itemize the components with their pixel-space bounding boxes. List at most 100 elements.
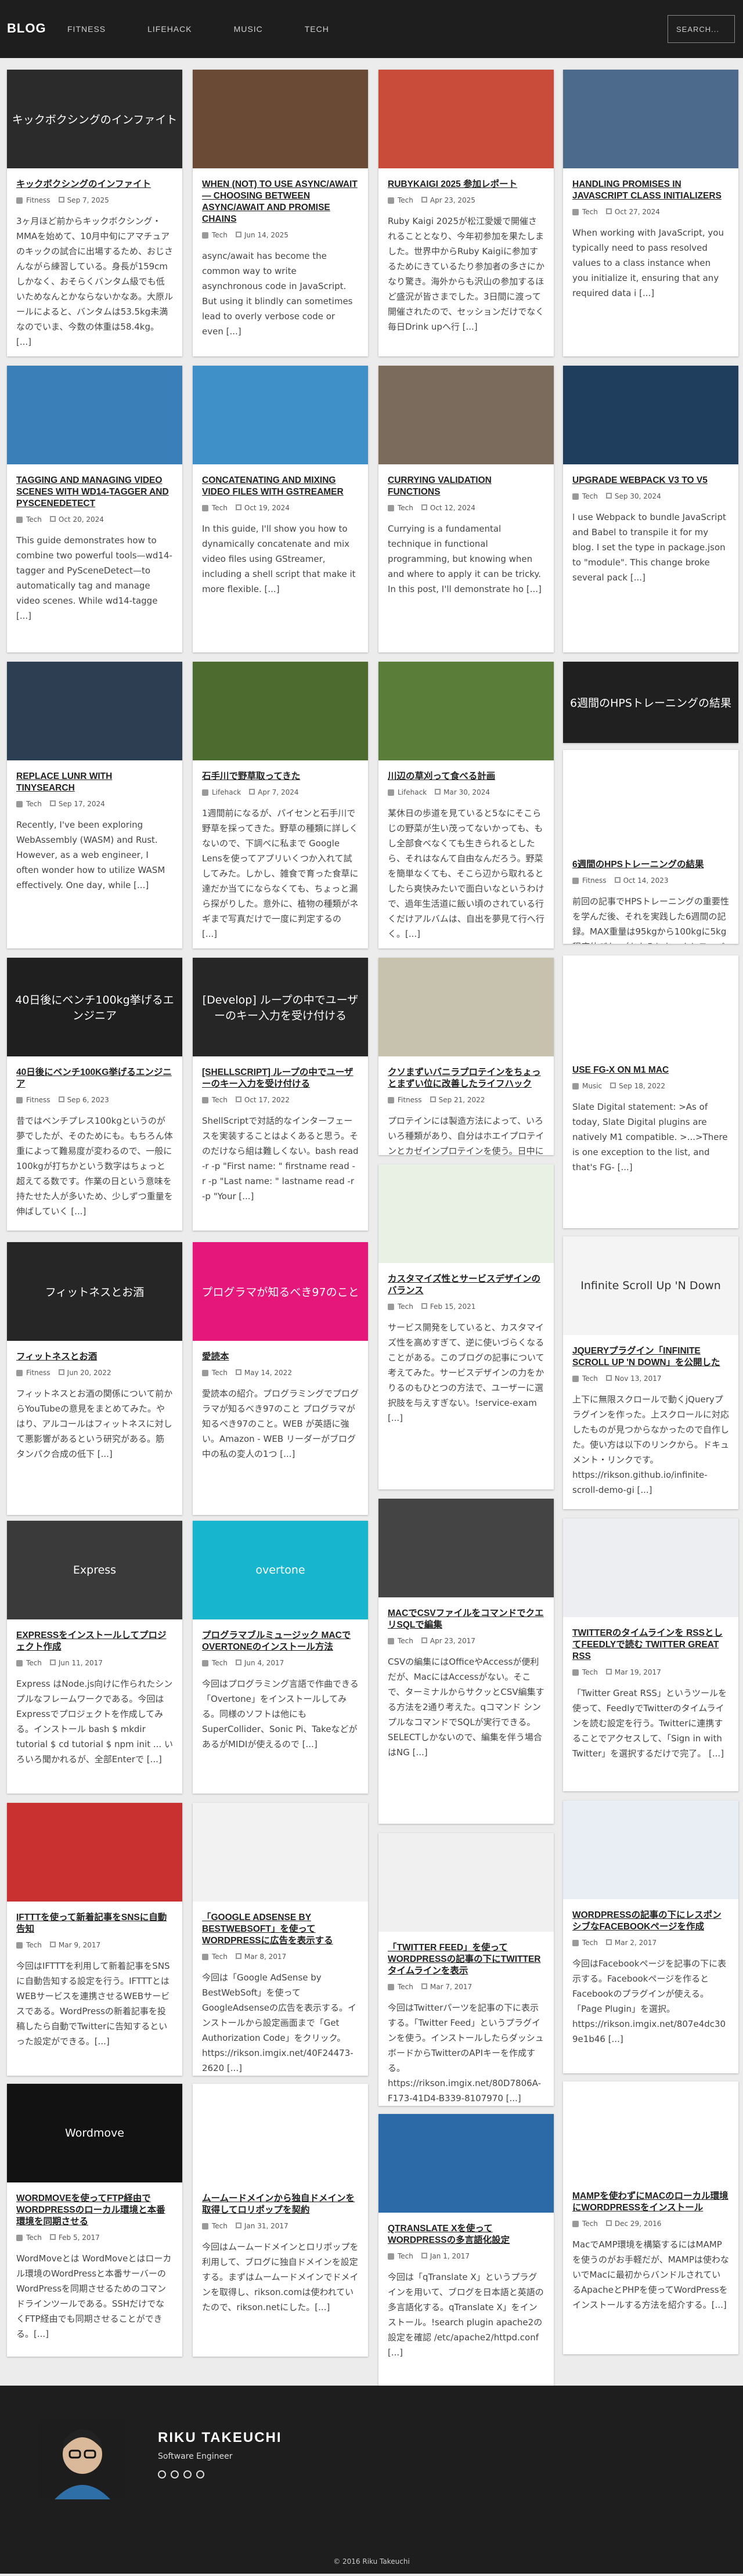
post-card[interactable]: MAMPを使わずにMacのローカル環境にWordPressをインストール Tech… [563,2081,738,2354]
post-card[interactable]: 40日後にベンチ100kg挙げるエンジニア 40日後にベンチ100kg挙げるエンジ… [7,958,182,1231]
post-card[interactable]: Currying Validation Functions Tech Oct 12,… [378,366,554,652]
post-category[interactable]: Tech [26,2234,42,2242]
post-card[interactable]: Handling Promises in JavaScript Class In… [563,70,738,356]
post-card[interactable]: Twitterのタイムラインを RSSとしてFeedlyで読む Twitter … [563,1518,738,1791]
post-category[interactable]: Tech [212,231,228,239]
post-thumbnail[interactable]: Express [7,1521,182,1619]
post-thumbnail[interactable]: フィットネスとお酒 [7,1242,182,1341]
post-category[interactable]: Tech [212,1659,228,1667]
post-thumbnail[interactable] [378,2114,554,2213]
post-card[interactable]: 6週間のHPSトレーニングの結果 [563,662,738,743]
post-category[interactable]: Tech [212,504,228,512]
search-input[interactable]: SEARCH... [668,15,735,43]
facebook-icon[interactable] [183,2470,192,2478]
post-thumbnail[interactable] [378,1499,554,1597]
post-thumbnail[interactable] [378,1164,554,1263]
post-thumbnail[interactable]: 6週間のHPSトレーニングの結果 [563,662,738,743]
nav-fitness[interactable]: FITNESS [67,24,106,34]
post-category[interactable]: Lifehack [212,788,241,796]
post-title[interactable]: フィットネスとお酒 [16,1351,173,1363]
post-category[interactable]: Fitness [26,1369,51,1377]
post-thumbnail[interactable]: [Develop] ループの中でユーザーのキー入力を受け付ける [193,958,368,1056]
post-thumbnail[interactable] [563,750,738,849]
post-thumbnail[interactable] [563,1801,738,1899]
post-thumbnail[interactable] [378,662,554,760]
post-card[interactable]: Use FG-X on M1 Mac Music Sep 18, 2022 Slate… [563,955,738,1228]
site-logo[interactable]: BLOG [7,21,46,36]
post-thumbnail[interactable] [563,70,738,168]
post-title[interactable]: MAMPを使わずにMacのローカル環境にWordPressをインストール [572,2191,729,2214]
post-thumbnail[interactable] [193,662,368,760]
twitter-icon[interactable] [171,2470,179,2478]
post-card[interactable]: プログラマが知るべき97のこと 愛読本 Tech May 14, 2022 愛読本の紹介… [193,1242,368,1515]
post-title[interactable]: キックボクシングのインファイト [16,179,173,190]
nav-music[interactable]: MUSIC [234,24,263,34]
post-card[interactable]: When (Not) to Use async/await — Choosing… [193,70,368,356]
post-title[interactable]: ムームードメインから独自ドメインを取得してロリポップを契約 [202,2193,359,2216]
post-category[interactable]: Tech [398,1303,413,1311]
post-card[interactable]: Infinite Scroll Up 'N Down jQueryプラグイン「In… [563,1236,738,1509]
post-thumbnail[interactable] [7,1803,182,1902]
post-category[interactable]: Tech [212,2222,228,2230]
post-category[interactable]: Fitness [582,876,607,885]
post-card[interactable]: IFTTTを使って新着記事をSNSに自動告知 Tech Mar 9, 2017 今回は… [7,1803,182,2076]
post-title[interactable]: カスタマイズ性とサービスデザインのバランス [388,1273,544,1297]
post-category[interactable]: Tech [582,2220,598,2228]
post-card[interactable]: Upgrade Webpack v3 to v5 Tech Sep 30, 2024… [563,366,738,652]
post-thumbnail[interactable] [563,2081,738,2180]
post-category[interactable]: Tech [398,2252,413,2260]
post-title[interactable]: Handling Promises in JavaScript Class In… [572,179,729,202]
post-title[interactable]: MacでCSVファイルをコマンドでクエリSQLで編集 [388,1608,544,1631]
instagram-icon[interactable] [196,2470,204,2478]
post-title[interactable]: 石手川で野草取ってきた [202,771,359,782]
post-title[interactable]: 40日後にベンチ100kg挙げるエンジニア [16,1067,173,1090]
nav-lifehack[interactable]: LIFEHACK [147,24,192,34]
post-title[interactable]: IFTTTを使って新着記事をSNSに自動告知 [16,1912,173,1935]
post-title[interactable]: Currying Validation Functions [388,475,544,498]
post-card[interactable]: RubyKaigi 2025 参加レポート Tech Apr 23, 2025 Rub… [378,70,554,356]
post-title[interactable]: Tagging and Managing Video Scenes with w… [16,475,173,510]
post-category[interactable]: Tech [398,1637,413,1645]
post-card[interactable]: Express Expressをインストールしてプロジェクト作成 Tech Jun 1… [7,1521,182,1794]
post-title[interactable]: 川辺の草刈って食べる計画 [388,771,544,782]
post-category[interactable]: Tech [398,196,413,204]
post-thumbnail[interactable] [378,366,554,464]
post-category[interactable]: Tech [26,515,42,524]
post-card[interactable]: Wordmove Wordmoveを使ってFTP経由でWordPressのローカル… [7,2084,182,2357]
post-category[interactable]: Tech [26,1659,42,1667]
post-category[interactable]: Tech [582,208,598,216]
post-category[interactable]: Tech [212,1953,228,1961]
post-thumbnail[interactable] [193,366,368,464]
post-title[interactable]: 「Twitter Feed」を使ってWordPressの記事の下にTwitter… [388,1942,544,1977]
post-card[interactable]: キックボクシングのインファイト キックボクシングのインファイト Fitness Sep… [7,70,182,356]
post-card[interactable]: 「Twitter Feed」を使ってWordPressの記事の下にTwitter… [378,1833,554,2106]
post-card[interactable]: Replace Lunr with TinySearch Tech Sep 17, … [7,662,182,948]
post-category[interactable]: Tech [582,492,598,500]
post-title[interactable]: WordPressの記事の下にレスポンシブなFacebookページを作成 [572,1910,729,1933]
post-category[interactable]: Tech [398,504,413,512]
post-thumbnail[interactable] [563,1518,738,1617]
post-card[interactable]: 6週間のHPSトレーニングの結果 Fitness Oct 14, 2023 前回の記事… [563,750,738,944]
post-card[interactable]: 石手川で野草取ってきた Lifehack Apr 7, 2024 1週間前になるが、パ… [193,662,368,948]
post-card[interactable]: カスタマイズ性とサービスデザインのバランス Tech Feb 15, 2021 サービ… [378,1164,554,1489]
post-category[interactable]: Music [582,1082,602,1090]
post-card[interactable]: WordPressの記事の下にレスポンシブなFacebookページを作成 Tech… [563,1801,738,2073]
post-title[interactable]: Upgrade Webpack v3 to v5 [572,475,729,486]
post-title[interactable]: [ShellScript] ループの中でユーザーのキー入力を受け付ける [202,1067,359,1090]
post-thumbnail[interactable]: Infinite Scroll Up 'N Down [563,1236,738,1335]
post-thumbnail[interactable]: プログラマが知るべき97のこと [193,1242,368,1341]
post-title[interactable]: クソまずいバニラプロテインをちょっとまずい位に改善したライフハック [388,1067,544,1090]
post-category[interactable]: Tech [212,1369,228,1377]
post-category[interactable]: Tech [582,1374,598,1383]
post-category[interactable]: Tech [26,1941,42,1949]
post-thumbnail[interactable] [378,1833,554,1932]
post-thumbnail[interactable]: overtone [193,1521,368,1619]
post-category[interactable]: Tech [582,1668,598,1676]
post-card[interactable]: qTranslate Xを使ってWordPressの多言語化設定 Tech Jan … [378,2114,554,2387]
post-thumbnail[interactable] [193,1803,368,1902]
post-title[interactable]: Wordmoveを使ってFTP経由でWordPressのローカル環境と本番環境を… [16,2193,173,2228]
post-title[interactable]: プログラマブルミュージック MacでOvertoneのインストール方法 [202,1630,359,1653]
post-title[interactable]: 「Google AdSense by BestWebSoft」を使ってWordP… [202,1912,359,1947]
post-title[interactable]: Concatenating and Mixing Video Files wit… [202,475,359,498]
post-thumbnail[interactable] [193,70,368,168]
